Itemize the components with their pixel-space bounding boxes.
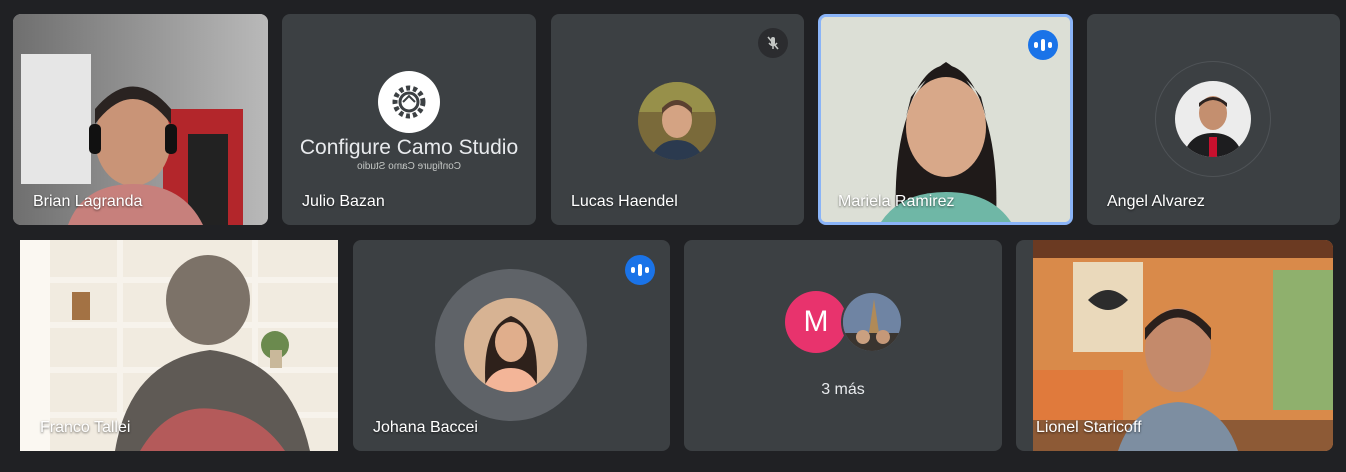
participant-name: Julio Bazan xyxy=(302,193,385,210)
participant-tile-lionel[interactable]: Lionel Staricoff xyxy=(1016,240,1333,451)
mic-muted-icon xyxy=(758,28,788,58)
participant-tile-brian[interactable]: Brian Lagranda xyxy=(13,14,268,225)
speaking-indicator-icon xyxy=(1028,30,1058,60)
camo-logo-icon xyxy=(378,71,440,133)
participant-name: Lucas Haendel xyxy=(571,193,678,210)
participant-name: Lionel Staricoff xyxy=(1036,419,1142,436)
participant-tile-franco[interactable]: Franco Tallei xyxy=(20,240,338,451)
avatar xyxy=(1175,81,1251,157)
overflow-participants-tile[interactable]: M 3 más xyxy=(684,240,1002,451)
avatar xyxy=(638,82,716,160)
camo-placeholder-title: Configure Camo Studio xyxy=(299,136,519,159)
participant-tile-johana[interactable]: Johana Baccei xyxy=(353,240,670,451)
participant-tile-julio[interactable]: Configure Camo Studio Configure Camo Stu… xyxy=(282,14,536,225)
participant-name: Johana Baccei xyxy=(373,419,478,436)
avatar xyxy=(841,291,903,353)
participant-name: Brian Lagranda xyxy=(33,193,143,210)
participant-name: Mariela Ramirez xyxy=(838,193,955,210)
participant-tile-angel[interactable]: Angel Alvarez xyxy=(1087,14,1340,225)
participant-tile-lucas[interactable]: Lucas Haendel xyxy=(551,14,804,225)
avatar xyxy=(464,298,558,392)
overflow-count-label: 3 más xyxy=(821,381,865,398)
participant-name: Angel Alvarez xyxy=(1107,193,1205,210)
camo-placeholder-subtitle: Configure Camo Studio xyxy=(357,161,461,172)
participant-tile-mariela[interactable]: Mariela Ramirez xyxy=(818,14,1073,225)
avatar-initial: M xyxy=(785,291,847,353)
speaking-indicator-icon xyxy=(625,255,655,285)
participant-name: Franco Tallei xyxy=(40,419,131,436)
avatar-initial-letter: M xyxy=(803,305,829,338)
